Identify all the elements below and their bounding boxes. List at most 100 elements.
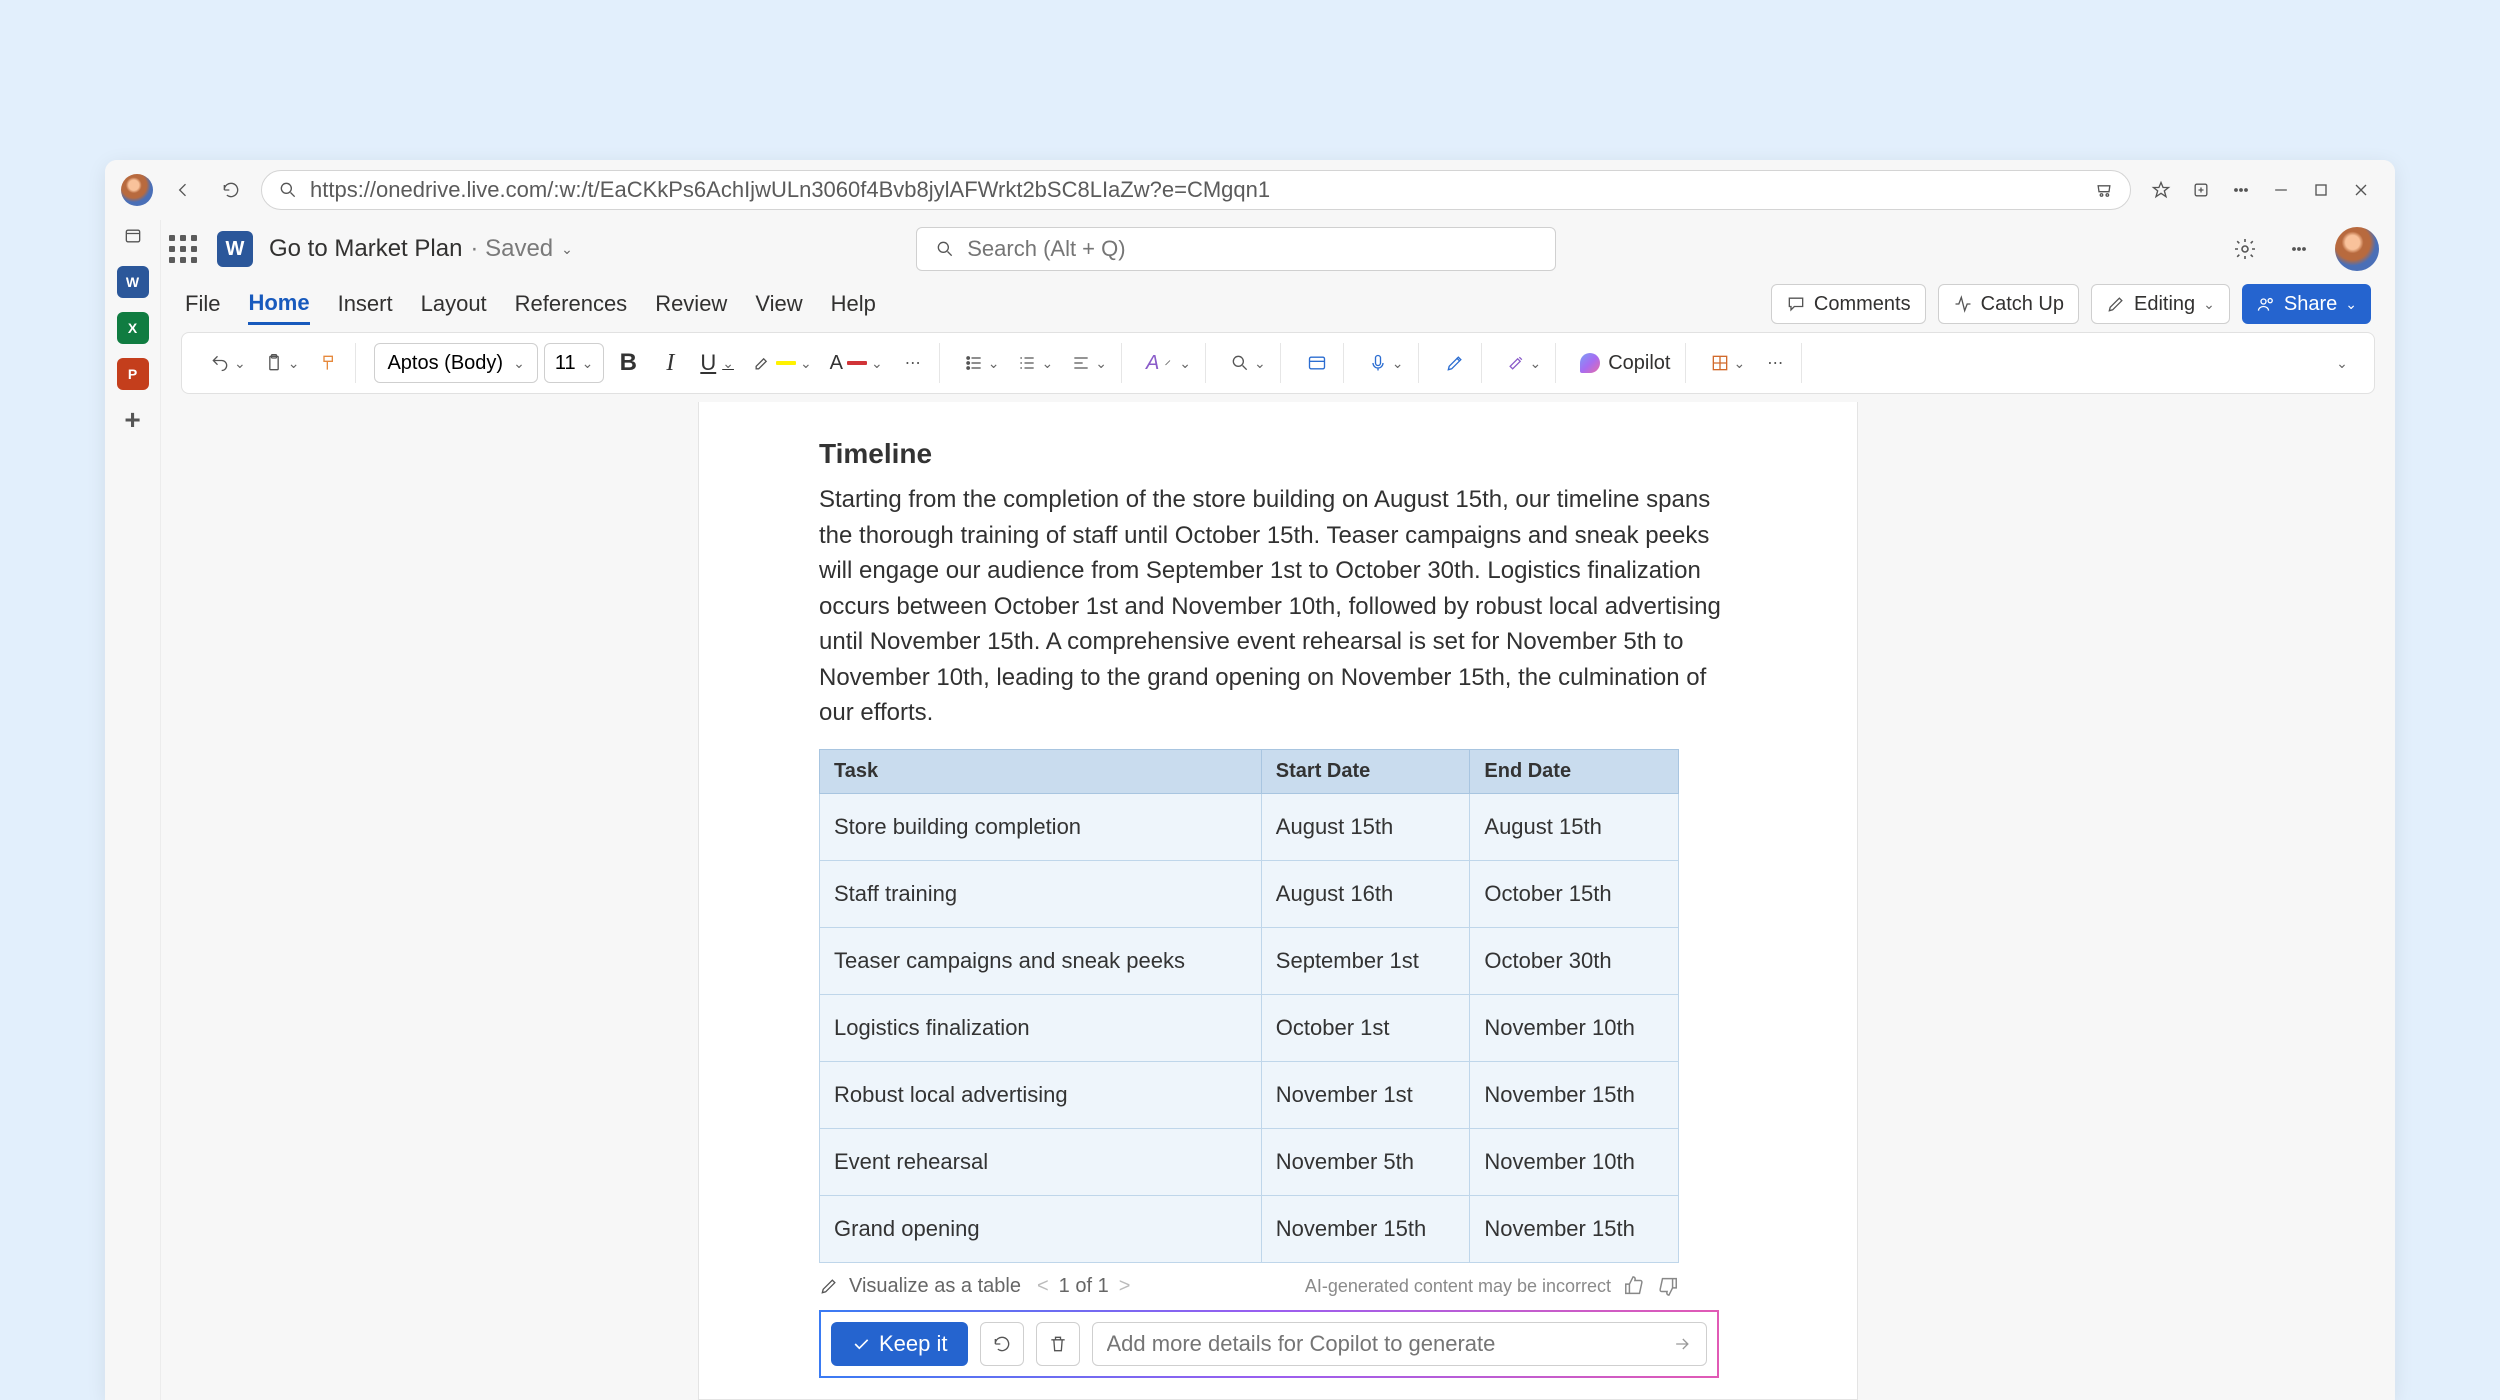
tab-review[interactable]: Review — [655, 285, 727, 323]
comment-icon — [1786, 294, 1806, 314]
find-button[interactable]: ⌄ — [1224, 343, 1272, 383]
document-page: Timeline Starting from the completion of… — [698, 402, 1858, 1400]
table-layout-button[interactable]: ⌄ — [1704, 343, 1752, 383]
table-header: Task — [820, 749, 1262, 793]
copilot-prompt-input[interactable] — [1107, 1331, 1663, 1357]
tab-layout[interactable]: Layout — [421, 285, 487, 323]
discard-button[interactable] — [1036, 1322, 1080, 1366]
catch-up-button[interactable]: Catch Up — [1938, 284, 2079, 324]
section-paragraph: Starting from the completion of the stor… — [819, 482, 1737, 731]
font-size-select[interactable]: 11⌄ — [544, 343, 605, 383]
tab-help[interactable]: Help — [831, 285, 876, 323]
table-row: Robust local advertisingNovember 1stNove… — [820, 1061, 1679, 1128]
pencil-icon — [2106, 294, 2126, 314]
user-avatar[interactable] — [2335, 227, 2379, 271]
highlight-button[interactable]: ⌄ — [746, 343, 818, 383]
document-title[interactable]: Go to Market Plan · Saved ⌄ — [269, 235, 573, 263]
word-logo-icon[interactable]: W — [217, 231, 253, 267]
thumbs-down-icon[interactable] — [1657, 1275, 1679, 1297]
back-button[interactable] — [165, 172, 201, 208]
paste-button[interactable]: ⌄ — [258, 343, 306, 383]
tab-view[interactable]: View — [755, 285, 802, 323]
dictate-button[interactable]: ⌄ — [1362, 343, 1410, 383]
trash-icon — [1048, 1334, 1068, 1354]
close-window-button[interactable] — [2343, 172, 2379, 208]
address-bar[interactable]: https://onedrive.live.com/:w:/t/EaCKkPs6… — [261, 170, 2131, 210]
main-column: W Go to Market Plan · Saved ⌄ — [161, 220, 2395, 1400]
table-cell: August 16th — [1261, 860, 1470, 927]
shopping-icon[interactable] — [2094, 180, 2114, 200]
more-font-button[interactable]: ⋯ — [895, 343, 931, 383]
italic-button[interactable]: I — [652, 343, 688, 383]
tab-file[interactable]: File — [185, 285, 220, 323]
collections-button[interactable] — [2183, 172, 2219, 208]
table-row: Staff trainingAugust 16thOctober 15th — [820, 860, 1679, 927]
table-row: Teaser campaigns and sneak peeksSeptembe… — [820, 927, 1679, 994]
thumbs-up-icon[interactable] — [1623, 1275, 1645, 1297]
underline-button[interactable]: U⌄ — [694, 343, 740, 383]
share-button[interactable]: Share ⌄ — [2242, 284, 2371, 324]
ribbon-more-button[interactable]: ⋯ — [1757, 343, 1793, 383]
add-app-icon[interactable]: + — [117, 404, 149, 436]
table-cell: September 1st — [1261, 927, 1470, 994]
favorites-button[interactable] — [2143, 172, 2179, 208]
app-header: W Go to Market Plan · Saved ⌄ — [161, 220, 2395, 278]
ribbon-toolbar: ⌄ ⌄ Aptos (Body)⌄ 11⌄ B I U⌄ — [181, 332, 2375, 394]
refresh-button[interactable] — [213, 172, 249, 208]
tab-home[interactable]: Home — [248, 284, 309, 325]
immersive-reader-button[interactable] — [1299, 343, 1335, 383]
profile-avatar[interactable] — [121, 174, 153, 206]
people-icon — [2256, 294, 2276, 314]
table-cell: Teaser campaigns and sneak peeks — [820, 927, 1262, 994]
send-icon[interactable] — [1672, 1334, 1692, 1354]
copilot-prompt-input-wrap[interactable] — [1092, 1322, 1708, 1366]
tab-insert[interactable]: Insert — [338, 285, 393, 323]
excel-app-icon[interactable]: X — [117, 312, 149, 344]
regenerate-button[interactable] — [980, 1322, 1024, 1366]
doc-title-text: Go to Market Plan — [269, 235, 462, 263]
document-canvas[interactable]: Timeline Starting from the completion of… — [161, 402, 2395, 1400]
bullets-button[interactable]: ⌄ — [958, 343, 1006, 383]
more-button[interactable] — [2223, 172, 2259, 208]
search-input[interactable] — [967, 236, 1537, 262]
prev-suggestion-button[interactable]: < — [1037, 1275, 1049, 1298]
editor-button[interactable] — [1437, 343, 1473, 383]
table-row: Event rehearsalNovember 5thNovember 10th — [820, 1128, 1679, 1195]
url-text: https://onedrive.live.com/:w:/t/EaCKkPs6… — [310, 177, 2082, 203]
ribbon-tabs: File Home Insert Layout References Revie… — [161, 278, 2395, 330]
font-family-select[interactable]: Aptos (Body)⌄ — [374, 343, 537, 383]
word-app-icon[interactable]: W — [117, 266, 149, 298]
settings-button[interactable] — [2227, 231, 2263, 267]
app-launcher-icon[interactable] — [165, 231, 201, 267]
search-bar[interactable] — [916, 227, 1556, 271]
ribbon-collapse-button[interactable]: ⌄ — [2324, 343, 2360, 383]
refresh-icon — [992, 1334, 1012, 1354]
comments-button[interactable]: Comments — [1771, 284, 1926, 324]
chevron-down-icon: ⌄ — [561, 241, 573, 258]
tab-references[interactable]: References — [515, 285, 628, 323]
copilot-meta-row: Visualize as a table < 1 of 1 > AI-gener… — [819, 1275, 1679, 1298]
minimize-button[interactable] — [2263, 172, 2299, 208]
copilot-action-bar: Keep it — [819, 1310, 1719, 1378]
undo-button[interactable]: ⌄ — [204, 343, 252, 383]
table-cell: Logistics finalization — [820, 994, 1262, 1061]
table-cell: August 15th — [1261, 793, 1470, 860]
table-cell: November 1st — [1261, 1061, 1470, 1128]
tab-actions-icon[interactable] — [117, 220, 149, 252]
format-painter-button[interactable] — [311, 343, 347, 383]
visualize-label[interactable]: Visualize as a table — [849, 1275, 1021, 1298]
more-options-button[interactable] — [2281, 231, 2317, 267]
powerpoint-app-icon[interactable]: P — [117, 358, 149, 390]
numbering-button[interactable]: ⌄ — [1011, 343, 1059, 383]
styles-button[interactable]: A⌄ — [1140, 343, 1197, 383]
designer-button[interactable]: ⌄ — [1500, 343, 1548, 383]
maximize-button[interactable] — [2303, 172, 2339, 208]
font-color-button[interactable]: A ⌄ — [824, 343, 889, 383]
editing-mode-button[interactable]: Editing ⌄ — [2091, 284, 2230, 324]
bold-button[interactable]: B — [610, 343, 646, 383]
next-suggestion-button[interactable]: > — [1119, 1275, 1131, 1298]
table-cell: Event rehearsal — [820, 1128, 1262, 1195]
copilot-ribbon-button[interactable]: Copilot — [1574, 343, 1676, 383]
align-button[interactable]: ⌄ — [1065, 343, 1113, 383]
keep-it-button[interactable]: Keep it — [831, 1322, 968, 1366]
